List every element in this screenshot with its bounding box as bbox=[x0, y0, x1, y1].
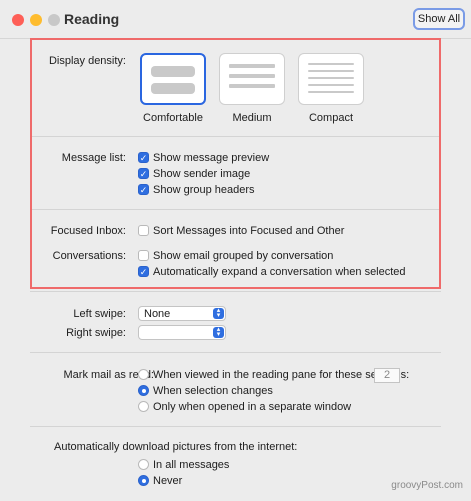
popup-arrows-icon: ▴ ▾ bbox=[213, 326, 224, 338]
auto-expand-conversation-checkbox[interactable]: ✓ bbox=[138, 266, 149, 277]
density-preview-line bbox=[229, 64, 275, 68]
download-all-messages-radio[interactable] bbox=[138, 459, 149, 470]
density-preview-line bbox=[308, 63, 354, 65]
message-list-label: Message list: bbox=[61, 152, 126, 164]
right-swipe-popup[interactable]: ▴ ▾ bbox=[138, 325, 226, 340]
density-preview-line bbox=[308, 84, 354, 86]
sort-focused-other-label[interactable]: Sort Messages into Focused and Other bbox=[153, 225, 344, 237]
download-never-label[interactable]: Never bbox=[153, 475, 182, 487]
show-group-headers-label[interactable]: Show group headers bbox=[153, 184, 255, 196]
show-group-headers-checkbox[interactable]: ✓ bbox=[138, 184, 149, 195]
seconds-input[interactable]: 2 bbox=[374, 368, 400, 383]
density-preview-line bbox=[308, 77, 354, 79]
conversations-label: Conversations: bbox=[52, 250, 126, 262]
density-comfortable-label: Comfortable bbox=[143, 112, 203, 124]
auto-expand-conversation-label[interactable]: Automatically expand a conversation when… bbox=[153, 266, 406, 278]
minimize-window-button[interactable] bbox=[30, 14, 42, 26]
read-on-selection-change-label[interactable]: When selection changes bbox=[153, 385, 273, 397]
show-message-preview-checkbox[interactable]: ✓ bbox=[138, 152, 149, 163]
divider bbox=[30, 426, 441, 427]
title-bar: Reading Show All bbox=[0, 0, 471, 38]
density-medium-label: Medium bbox=[232, 112, 272, 124]
density-preview-line bbox=[229, 74, 275, 78]
preferences-pane: Display density: Comfortable Medium Comp… bbox=[0, 38, 471, 501]
window-title: Reading bbox=[64, 11, 120, 27]
density-preview-line bbox=[308, 70, 354, 72]
group-by-conversation-checkbox[interactable] bbox=[138, 250, 149, 261]
read-on-selection-change-radio[interactable] bbox=[138, 385, 149, 396]
left-swipe-label: Left swipe: bbox=[73, 308, 126, 320]
group-by-conversation-label[interactable]: Show email grouped by conversation bbox=[153, 250, 333, 262]
density-compact-label: Compact bbox=[308, 112, 354, 124]
divider bbox=[30, 291, 441, 292]
density-medium-option[interactable] bbox=[219, 53, 285, 105]
show-all-button[interactable]: Show All bbox=[413, 8, 465, 30]
density-preview-line bbox=[308, 91, 354, 93]
download-all-messages-label[interactable]: In all messages bbox=[153, 459, 229, 471]
focused-inbox-label: Focused Inbox: bbox=[50, 225, 126, 237]
show-sender-image-checkbox[interactable]: ✓ bbox=[138, 168, 149, 179]
left-swipe-value: None bbox=[144, 308, 171, 320]
density-compact-option[interactable] bbox=[298, 53, 364, 105]
left-swipe-popup[interactable]: None ▴ ▾ bbox=[138, 306, 226, 321]
close-window-button[interactable] bbox=[12, 14, 24, 26]
display-density-label: Display density: bbox=[48, 55, 126, 67]
download-never-radio[interactable] bbox=[138, 475, 149, 486]
read-after-seconds-label[interactable]: When viewed in the reading pane for thes… bbox=[153, 369, 409, 381]
density-comfortable-option[interactable] bbox=[140, 53, 206, 105]
read-in-separate-window-radio[interactable] bbox=[138, 401, 149, 412]
divider bbox=[30, 352, 441, 353]
divider bbox=[30, 136, 441, 137]
density-preview-line bbox=[229, 84, 275, 88]
zoom-window-button[interactable] bbox=[48, 14, 60, 26]
show-message-preview-label[interactable]: Show message preview bbox=[153, 152, 269, 164]
download-pictures-label: Automatically download pictures from the… bbox=[54, 441, 298, 453]
show-sender-image-label[interactable]: Show sender image bbox=[153, 168, 250, 180]
density-preview-bar bbox=[151, 66, 195, 77]
density-preview-bar bbox=[151, 83, 195, 94]
sort-focused-other-checkbox[interactable] bbox=[138, 225, 149, 236]
popup-arrows-icon: ▴ ▾ bbox=[213, 307, 224, 319]
read-in-separate-window-label[interactable]: Only when opened in a separate window bbox=[153, 401, 351, 413]
watermark: groovyPost.com bbox=[391, 480, 463, 491]
read-after-seconds-radio[interactable] bbox=[138, 369, 149, 380]
right-swipe-label: Right swipe: bbox=[66, 327, 126, 339]
divider bbox=[30, 209, 441, 210]
